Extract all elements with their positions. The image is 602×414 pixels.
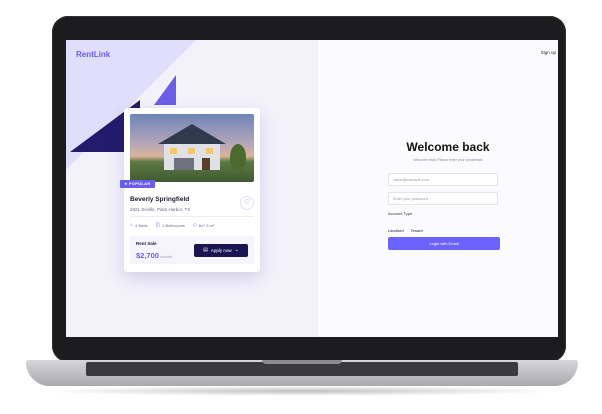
signup-link[interactable]: Sign up	[541, 50, 556, 55]
heart-icon: ♡	[243, 199, 251, 206]
badge-label: POPULAR	[128, 181, 151, 186]
price-value: $2,700	[136, 251, 159, 260]
spec-area: ◇ 6x7.5 m²	[193, 222, 214, 228]
laptop-shadow	[40, 386, 562, 396]
rent-box: Rent Sale $2,700/month ▤ Apply now ⌄	[130, 236, 254, 264]
popular-badge: ★POPULAR	[120, 180, 155, 188]
option-landlord[interactable]: Landlord	[388, 228, 404, 233]
bath-icon: ◫	[155, 222, 161, 228]
email-field[interactable]: name@example.com	[388, 173, 498, 186]
house-window	[188, 148, 195, 154]
tree	[230, 144, 246, 170]
favorite-button[interactable]: ♡	[240, 196, 254, 210]
bed-icon: ⌂	[130, 222, 134, 228]
property-address: 2821 Seville, Palm Harbor, TX	[130, 207, 191, 212]
account-type-label: Account Type	[388, 211, 413, 216]
laptop-notch	[262, 360, 342, 364]
login-title: Welcome back	[406, 140, 490, 154]
login-subtitle: Welcome back Please enter your credentia…	[413, 158, 483, 162]
spec-label: 2 Bathrooms	[162, 222, 185, 228]
spec-label: 6x7.5 m²	[198, 222, 215, 228]
laptop-base	[26, 360, 578, 386]
laptop-keyboard	[86, 362, 518, 376]
rent-label: Rent Sale	[136, 241, 157, 246]
house-window	[170, 148, 177, 154]
star-icon: ★	[124, 181, 128, 186]
login-panel: Sign up Welcome back Welcome back Please…	[318, 40, 558, 337]
option-tenant[interactable]: Tenant	[411, 228, 423, 233]
spec-beds: ⌂ 4 Beds	[130, 222, 147, 228]
house-window	[206, 148, 213, 154]
account-type-options: Landlord Tenant	[388, 228, 423, 233]
price-period: /month	[159, 254, 173, 259]
property-card[interactable]: ★POPULAR Beverly Springfield 2821 Sevill…	[120, 108, 260, 272]
decor-triangle-purple	[154, 75, 176, 105]
spec-label: 4 Beds	[135, 222, 148, 228]
spec-baths: ◫ 2 Bathrooms	[155, 222, 184, 228]
card-divider	[130, 216, 254, 217]
hero-panel: RentLink ★POPULAR Beverly Springfield 28…	[66, 40, 318, 337]
price: $2,700/month	[136, 251, 172, 260]
apply-now-button[interactable]: ▤ Apply now ⌄	[194, 244, 248, 257]
property-name: Beverly Springfield	[130, 196, 190, 203]
login-button[interactable]: Login with Email	[388, 237, 500, 250]
laptop-screen: RentLink ★POPULAR Beverly Springfield 28…	[66, 40, 558, 337]
brand-logo[interactable]: RentLink	[76, 50, 110, 59]
house-door	[202, 158, 210, 170]
property-specs: ⌂ 4 Beds ◫ 2 Bathrooms ◇ 6x7.5 m²	[130, 222, 214, 228]
chevron-down-icon: ⌄	[234, 247, 239, 253]
property-photo	[130, 114, 254, 182]
area-icon: ◇	[192, 222, 197, 228]
apply-label: Apply now	[210, 248, 232, 253]
password-field[interactable]: Enter your password	[388, 192, 498, 205]
document-icon: ▤	[203, 247, 208, 253]
house-garage	[174, 158, 194, 170]
house-roof	[158, 124, 226, 144]
